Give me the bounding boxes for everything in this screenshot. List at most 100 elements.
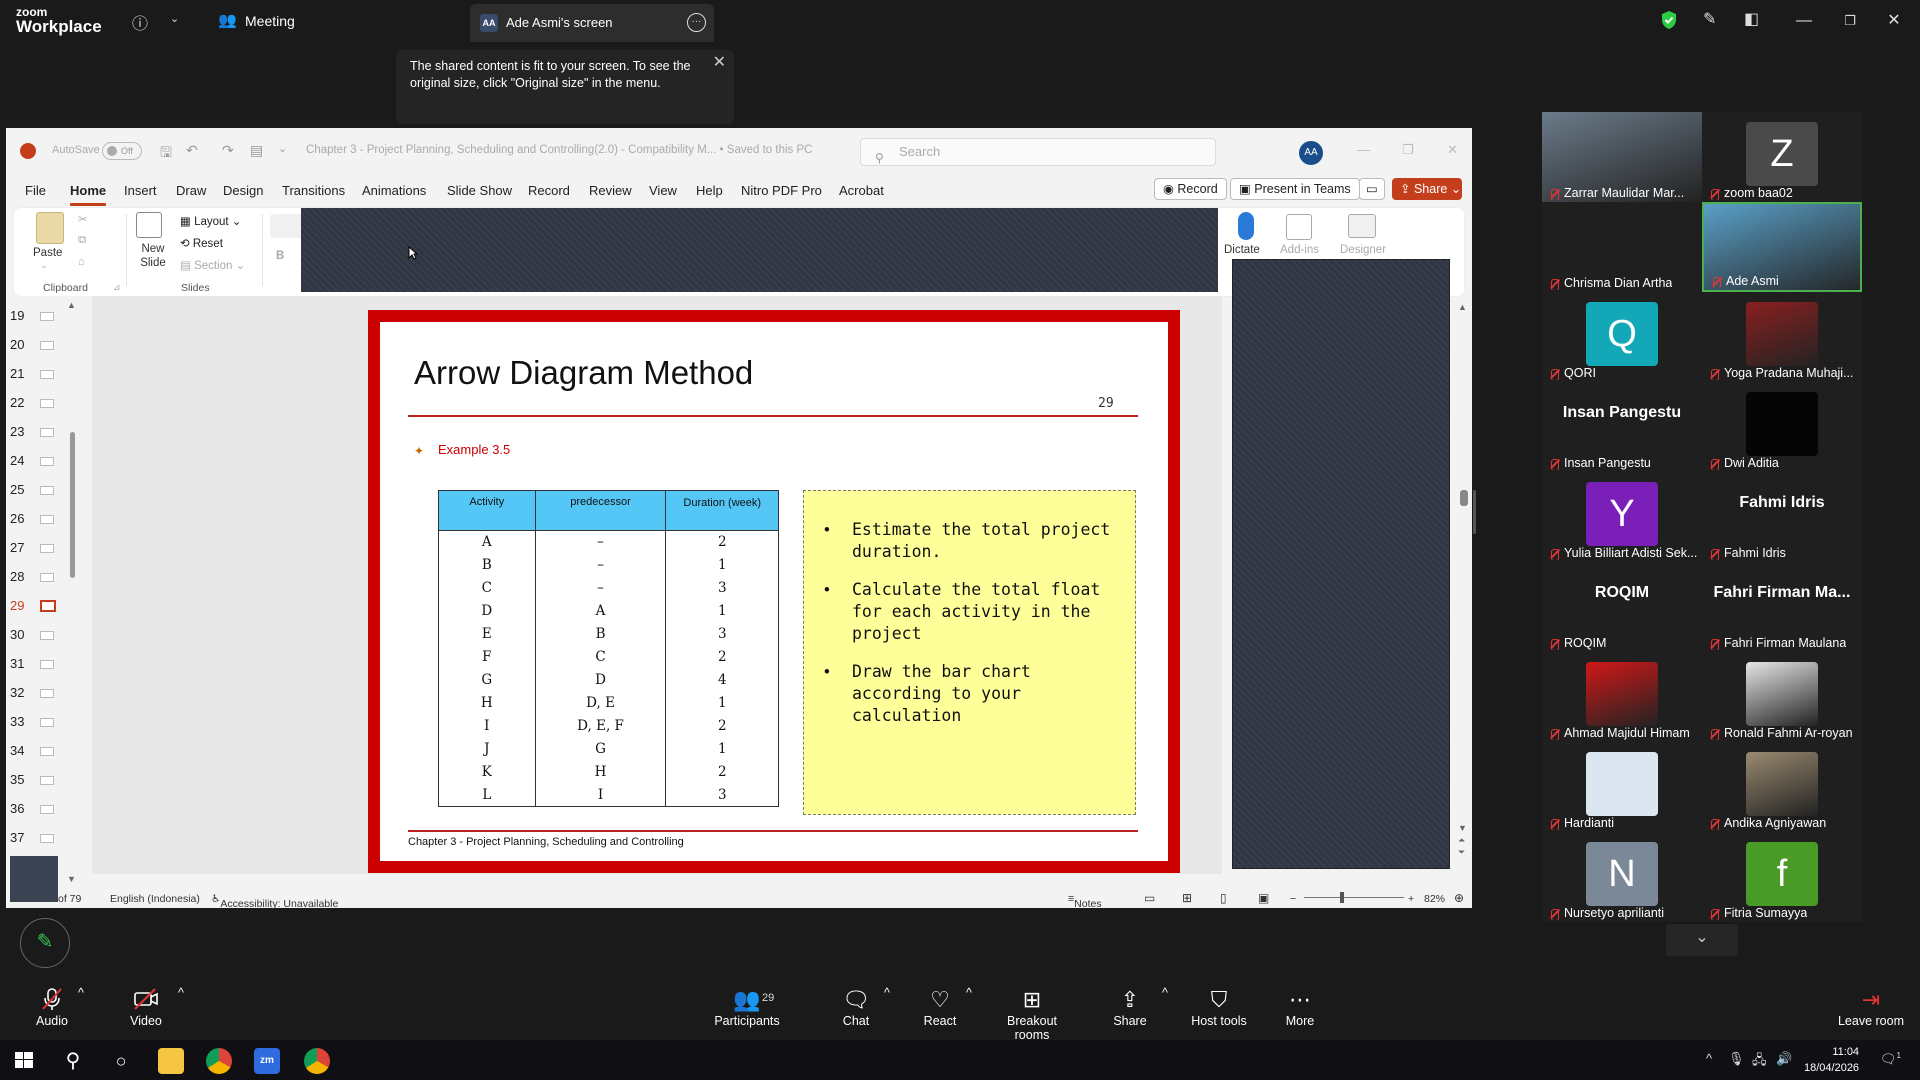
tab-review[interactable]: Review [589,183,632,198]
participant-tile[interactable]: f Fitria Sumayya [1702,832,1862,922]
slide-sorter-icon[interactable]: ⊞ [1182,891,1192,905]
thumbnail-number[interactable]: 28 [10,569,34,584]
thumbnail-number[interactable]: 24 [10,453,34,468]
tab-help[interactable]: Help [696,183,723,198]
thumbnail-number[interactable]: 30 [10,627,34,642]
zoom-app-icon[interactable]: zm [254,1048,280,1074]
present-icon[interactable]: ▤ [250,142,263,159]
slide-thumbnail[interactable] [40,515,54,524]
normal-view-icon[interactable]: ▭ [1144,891,1155,905]
chevron-down-icon[interactable]: ⌄ [170,12,179,25]
slide-thumbnail[interactable] [40,834,54,843]
bold-button[interactable]: B [276,250,284,262]
volume-icon[interactable]: 🔊 [1776,1051,1792,1067]
thumbnail-number[interactable]: 37 [10,830,34,845]
save-icon[interactable]: 🖫 [160,142,172,166]
dialog-launcher-icon[interactable]: ⊿ [113,282,121,293]
tab-insert[interactable]: Insert [124,183,157,198]
info-icon[interactable]: ⓘ [132,10,148,34]
thumbnail-number[interactable]: 25 [10,482,34,497]
thumbnails-scrollbar[interactable] [70,432,75,578]
designer-icon[interactable] [1348,214,1376,238]
slide-thumbnail[interactable] [40,805,54,814]
thumbnail-number[interactable]: 27 [10,540,34,555]
thumbnail-number[interactable]: 36 [10,801,34,816]
present-in-teams-button[interactable]: ▣ Present in Teams [1230,178,1360,200]
microphone-icon[interactable] [1238,212,1254,240]
cut-icon[interactable]: ✂ [78,212,88,226]
chrome-icon[interactable] [206,1048,232,1074]
participant-tile[interactable]: Ade Asmi [1702,202,1862,292]
current-slide[interactable]: Arrow Diagram Method 29 ✦ Example 3.5 Ac… [368,310,1180,873]
network-icon[interactable]: 🖧 [1752,1051,1767,1073]
host-tools-button[interactable]: ⛉ Host tools [1190,986,1248,1028]
more-options-icon[interactable]: ··· [687,13,706,32]
audio-options-caret[interactable]: ^ [78,986,84,1000]
tab-transitions[interactable]: Transitions [282,183,345,198]
undo-icon[interactable]: ↶ [186,142,198,159]
add-ins-label[interactable]: Add-ins [1280,244,1319,256]
thumbnail-number[interactable]: 33 [10,714,34,729]
thumbnail-number[interactable]: 32 [10,685,34,700]
slide-thumbnail[interactable] [40,689,54,698]
tab-draw[interactable]: Draw [176,183,206,198]
scroll-up-icon[interactable]: ▲ [1458,302,1467,312]
thumbnail-number[interactable]: 22 [10,395,34,410]
designer-label[interactable]: Designer [1340,244,1386,256]
section-button[interactable]: ▤ Section ⌄ [180,258,245,272]
pencil-icon[interactable]: ✎ [1703,9,1716,29]
participant-tile[interactable]: Chrisma Dian Artha [1542,202,1702,292]
redo-icon[interactable]: ↷ [222,142,234,159]
slide-thumbnail[interactable] [40,428,54,437]
chat-button[interactable]: 🗨 Chat [840,986,872,1028]
thumbnail-number[interactable]: 29 [10,598,34,613]
participant-tile[interactable]: ROQIM ROQIM [1542,562,1702,652]
tab-design[interactable]: Design [223,183,263,198]
thumbnail-number[interactable]: 20 [10,337,34,352]
notifications-icon[interactable]: 🗨1 [1880,1051,1901,1067]
participant-tile[interactable]: Insan Pangestu Insan Pangestu [1542,382,1702,472]
new-slide-icon[interactable] [136,212,162,238]
search-input[interactable]: ⚲ Search [860,138,1216,166]
shield-icon[interactable] [1660,10,1678,30]
chat-options-caret[interactable]: ^ [884,986,890,1000]
notes-button[interactable]: ≡ Notes [1068,893,1102,910]
participant-tile[interactable]: Zarrar Maulidar Mar... [1542,112,1702,202]
slide-thumbnail[interactable] [40,718,54,727]
participant-tile[interactable]: Yoga Pradana Muhaji... [1702,292,1862,382]
shared-screen-tab[interactable]: AA Ade Asmi's screen ··· [470,4,714,42]
share-screen-button[interactable]: ⇪ Share [1112,986,1148,1028]
slide-scrollbar[interactable] [1460,490,1468,506]
tab-file[interactable]: File [25,183,46,198]
participant-tile[interactable]: N Nursetyo aprilianti [1542,832,1702,922]
annotate-pencil-icon[interactable]: ✎ [20,918,70,968]
tab-view[interactable]: View [649,183,677,198]
dictate-label[interactable]: Dictate [1224,244,1260,256]
participant-tile[interactable]: Ahmad Majidul Himam [1542,652,1702,742]
tab-acrobat[interactable]: Acrobat [839,183,884,198]
thumbnail-number[interactable]: 19 [10,308,34,323]
layout-icon[interactable]: ◧ [1744,9,1759,29]
leave-room-button[interactable]: ⇥ Leave room [1836,986,1906,1028]
tab-home[interactable]: Home [70,183,107,206]
format-painter-icon[interactable]: ⌂ [78,256,85,268]
fit-slide-icon[interactable]: ⊕ [1454,891,1464,905]
close-icon[interactable]: ✕ [713,54,726,71]
meeting-label[interactable]: Meeting [245,13,295,29]
customize-qat-icon[interactable]: ⌄ [278,142,287,155]
close-icon[interactable]: ✕ [1876,8,1912,34]
slide-thumbnail[interactable] [40,544,54,553]
share-button[interactable]: ⇪ Share ⌄ [1392,178,1462,200]
thumbnail-number[interactable]: 34 [10,743,34,758]
tab-nitro-pdf[interactable]: Nitro PDF Pro [741,183,822,198]
breakout-rooms-button[interactable]: ⊞ Breakout rooms [988,986,1076,1042]
scroll-down-icon[interactable]: ▼ [67,874,76,884]
gallery-split-handle[interactable] [1473,490,1476,534]
reading-view-icon[interactable]: ▯ [1220,891,1227,905]
autosave-toggle[interactable]: Off [102,142,142,160]
add-ins-icon[interactable] [1286,214,1312,240]
tab-animations[interactable]: Animations [362,183,426,198]
gallery-next-icon[interactable]: ⌄ [1666,924,1738,956]
new-slide-label[interactable]: New Slide [138,242,168,270]
chrome-profile-icon[interactable] [304,1048,330,1074]
